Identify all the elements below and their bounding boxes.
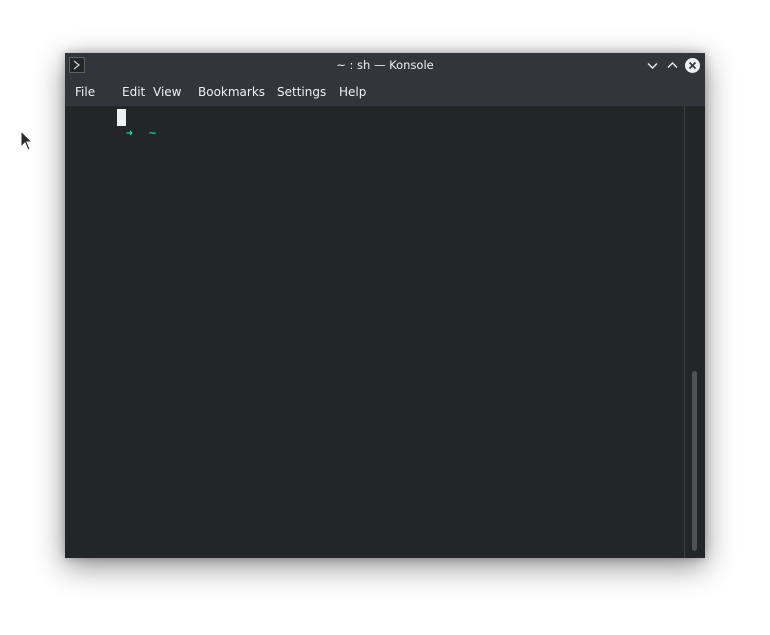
terminal-area[interactable]: ➜ ~ — [65, 106, 684, 558]
konsole-window: ~ : sh — Konsole File Edit View Bookmark… — [65, 53, 705, 558]
desktop: ~ : sh — Konsole File Edit View Bookmark… — [0, 0, 770, 635]
menu-view[interactable]: View — [153, 78, 181, 106]
scrollbar[interactable] — [684, 106, 705, 558]
chevron-down-icon — [647, 63, 658, 69]
close-icon — [685, 58, 700, 73]
window-title: ~ : sh — Konsole — [336, 58, 434, 72]
mouse-pointer-icon — [20, 130, 34, 151]
title-bar[interactable]: ~ : sh — Konsole — [65, 53, 705, 78]
chevron-up-icon — [667, 62, 678, 68]
menu-help[interactable]: Help — [339, 78, 366, 106]
menu-edit[interactable]: Edit — [122, 78, 145, 106]
close-button[interactable] — [684, 57, 701, 74]
menu-bookmarks[interactable]: Bookmarks — [198, 78, 265, 106]
prompt-arrow: ➜ — [125, 126, 134, 140]
prompt-line: ➜ ~ — [68, 109, 156, 140]
menu-bar: File Edit View Bookmarks Settings Help — [65, 78, 705, 106]
maximize-button[interactable] — [664, 57, 681, 74]
menu-file[interactable]: File — [75, 78, 95, 106]
text-cursor — [117, 109, 126, 126]
minimize-button[interactable] — [644, 57, 661, 74]
scrollbar-thumb[interactable] — [692, 371, 697, 551]
prompt-directory: ~ — [149, 126, 157, 140]
menu-settings[interactable]: Settings — [277, 78, 326, 106]
